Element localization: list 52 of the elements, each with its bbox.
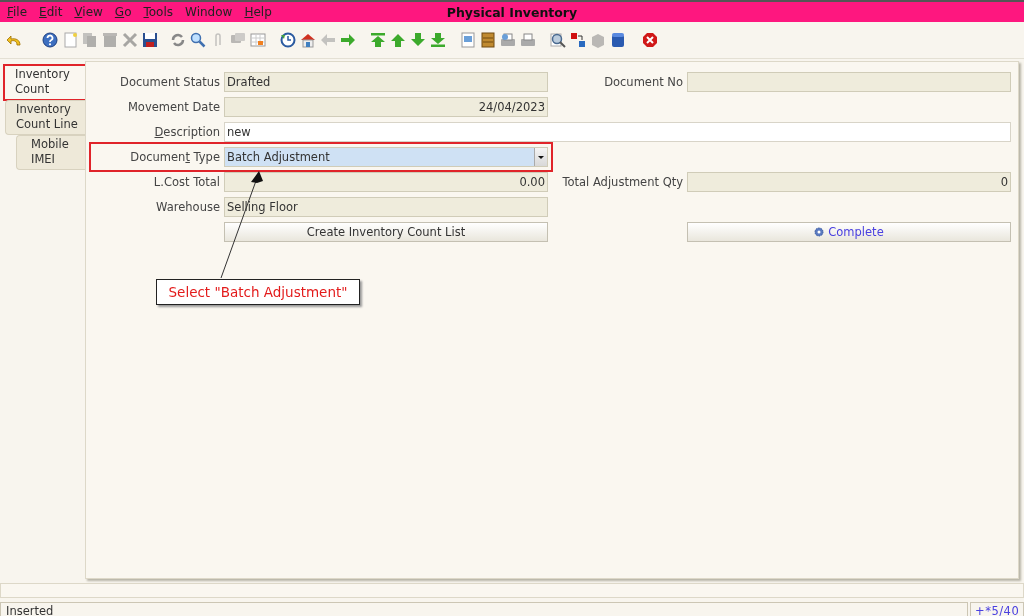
input-field: 24/04/2023: [224, 97, 548, 117]
input-field: 0.00: [224, 172, 548, 192]
input-field[interactable]: new: [224, 122, 1011, 142]
tab[interactable]: Mobile IMEI: [16, 135, 85, 170]
record-indicator[interactable]: +*5/40: [970, 602, 1024, 616]
tab[interactable]: Inventory Count: [4, 65, 87, 100]
menu-item[interactable]: Window: [178, 5, 238, 19]
printer-icon[interactable]: [520, 32, 536, 48]
field-label: Total Adjustment Qty: [561, 175, 683, 189]
window-title: Physical Inventory: [446, 4, 578, 20]
complete-button[interactable]: Complete: [687, 222, 1011, 242]
close-icon[interactable]: [642, 32, 658, 48]
printer-settings-icon[interactable]: [500, 32, 516, 48]
menu-item[interactable]: Go: [107, 5, 137, 19]
cube-icon[interactable]: [610, 32, 626, 48]
arrow-up-icon[interactable]: [390, 32, 406, 48]
input-field: 0: [687, 172, 1011, 192]
workflow-icon[interactable]: [570, 32, 586, 48]
action-button[interactable]: Create Inventory Count List: [224, 222, 548, 242]
field-label: L.Cost Total: [152, 175, 220, 189]
field-label: Movement Date: [126, 100, 220, 114]
field-label: Warehouse: [155, 200, 220, 214]
dropdown-field[interactable]: Batch Adjustment: [224, 147, 548, 167]
field-label: Document Status: [119, 75, 220, 89]
arrow-top-icon[interactable]: [370, 32, 386, 48]
field-label: Document No: [603, 75, 683, 89]
help-icon[interactable]: [42, 32, 58, 48]
menu-item[interactable]: File: [0, 5, 33, 19]
report-icon[interactable]: [460, 32, 476, 48]
arrow-down-icon[interactable]: [410, 32, 426, 48]
search-icon[interactable]: [190, 32, 206, 48]
status-message: Inserted: [0, 602, 968, 616]
save-icon[interactable]: [142, 32, 158, 48]
menu-item[interactable]: Tools: [136, 5, 179, 19]
input-field: Drafted: [224, 72, 548, 92]
refresh-icon[interactable]: [170, 32, 186, 48]
gear-icon: [814, 227, 825, 237]
input-field: Selling Floor: [224, 197, 548, 217]
history-icon[interactable]: [280, 32, 296, 48]
tab[interactable]: Inventory Count Line: [5, 100, 85, 135]
callout: Select "Batch Adjustment": [156, 279, 360, 305]
field-label: Description: [153, 125, 220, 139]
menu-item[interactable]: Help: [237, 5, 277, 19]
menu-item[interactable]: View: [67, 5, 108, 19]
menu-item[interactable]: Edit: [32, 5, 68, 19]
field-label: Document Type: [129, 150, 220, 164]
arrow-right-icon[interactable]: [340, 32, 356, 48]
zoom-icon[interactable]: [550, 32, 566, 48]
archive-icon[interactable]: [480, 32, 496, 48]
grid-icon[interactable]: [250, 32, 266, 48]
arrow-bottom-icon[interactable]: [430, 32, 446, 48]
home-icon[interactable]: [300, 32, 316, 48]
